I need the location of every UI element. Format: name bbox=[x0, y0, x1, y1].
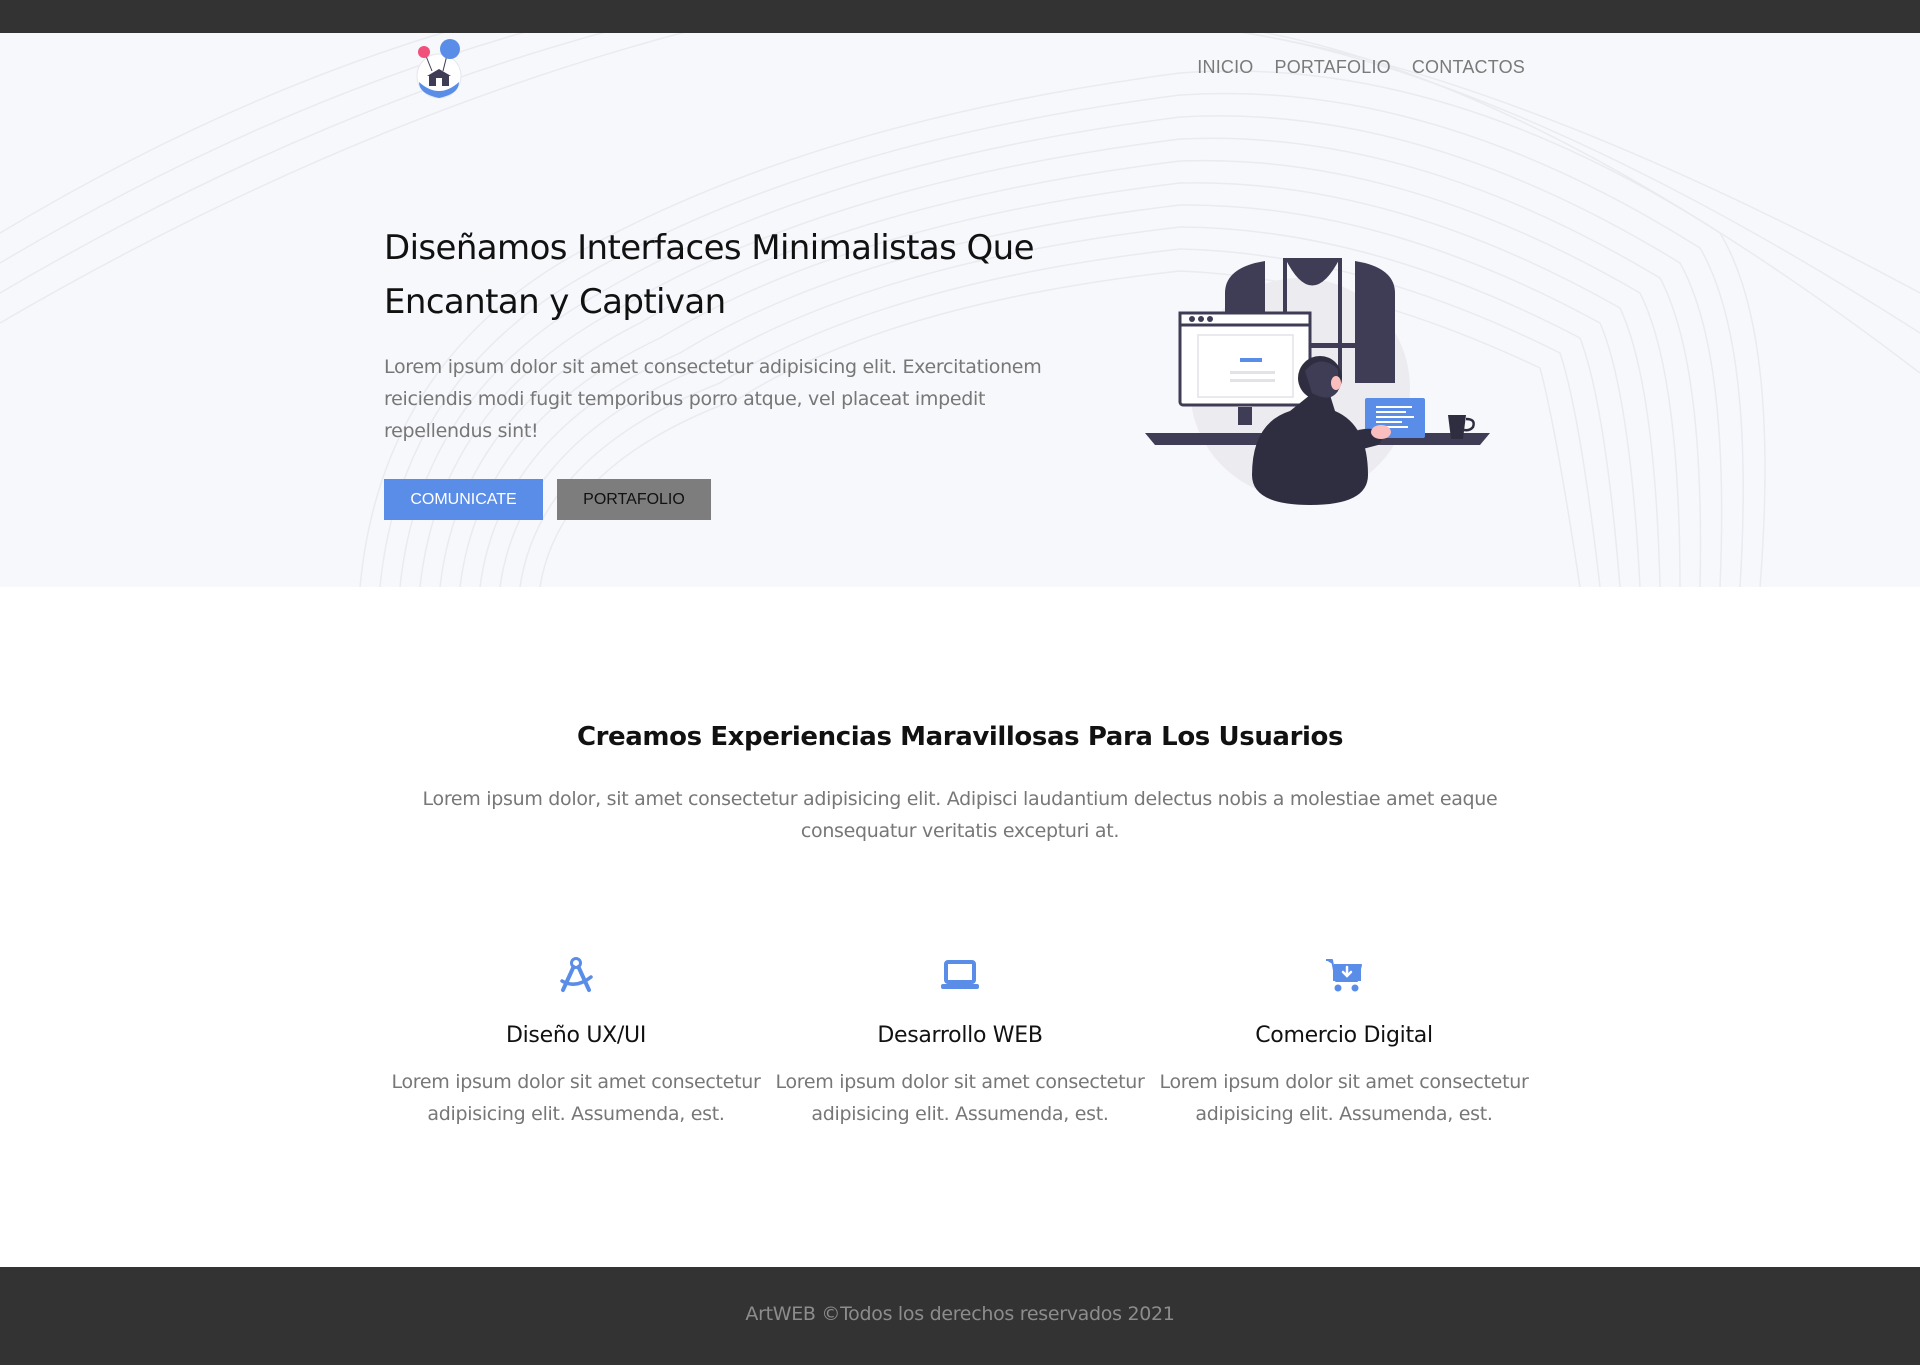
feature-title: Diseño UX/UI bbox=[505, 1023, 647, 1048]
main-nav: INICIO PORTAFOLIO CONTACTOS bbox=[1197, 57, 1525, 78]
hero-description: Lorem ipsum dolor sit amet consectetur a… bbox=[384, 356, 1042, 442]
feature-description: Lorem ipsum dolor sit amet consectetur a… bbox=[391, 1071, 761, 1125]
cart-download-icon bbox=[1326, 959, 1362, 992]
nav-item-inicio[interactable]: INICIO bbox=[1197, 57, 1253, 78]
developer-illustration bbox=[1145, 258, 1490, 505]
compass-drafting-icon bbox=[560, 957, 593, 992]
feature-ux-ui: Diseño UX/UI Lorem ipsum dolor sit amet … bbox=[386, 955, 766, 1130]
feature-description: Lorem ipsum dolor sit amet consectetur a… bbox=[775, 1071, 1145, 1125]
footer: ArtWEB ©Todos los derechos reservados 20… bbox=[0, 1267, 1920, 1365]
feature-web-development: Desarrollo WEB Lorem ipsum dolor sit ame… bbox=[770, 955, 1150, 1130]
brand-logo[interactable] bbox=[410, 38, 468, 100]
copyright-text: ArtWEB ©Todos los derechos reservados 20… bbox=[745, 1303, 1175, 1325]
contact-button[interactable]: COMUNICATE bbox=[384, 479, 543, 520]
feature-digital-commerce: Comercio Digital Lorem ipsum dolor sit a… bbox=[1154, 955, 1534, 1130]
feature-description: Lorem ipsum dolor sit amet consectetur a… bbox=[1159, 1071, 1529, 1125]
laptop-icon bbox=[941, 960, 979, 989]
nav-item-portafolio[interactable]: PORTAFOLIO bbox=[1275, 57, 1391, 78]
nav-item-contactos[interactable]: CONTACTOS bbox=[1412, 57, 1525, 78]
hero-section: INICIO PORTAFOLIO CONTACTOS Diseñamos In… bbox=[0, 33, 1920, 587]
feature-title: Desarrollo WEB bbox=[877, 1023, 1043, 1048]
top-bar bbox=[0, 0, 1920, 33]
hero-title: Diseñamos Interfaces Minimalistas Que En… bbox=[384, 228, 1034, 322]
feature-title: Comercio Digital bbox=[1255, 1023, 1433, 1048]
section-title: Creamos Experiencias Maravillosas Para L… bbox=[576, 722, 1344, 752]
portfolio-button[interactable]: PORTAFOLIO bbox=[557, 479, 711, 520]
section-description: Lorem ipsum dolor, sit amet consectetur … bbox=[422, 788, 1498, 842]
